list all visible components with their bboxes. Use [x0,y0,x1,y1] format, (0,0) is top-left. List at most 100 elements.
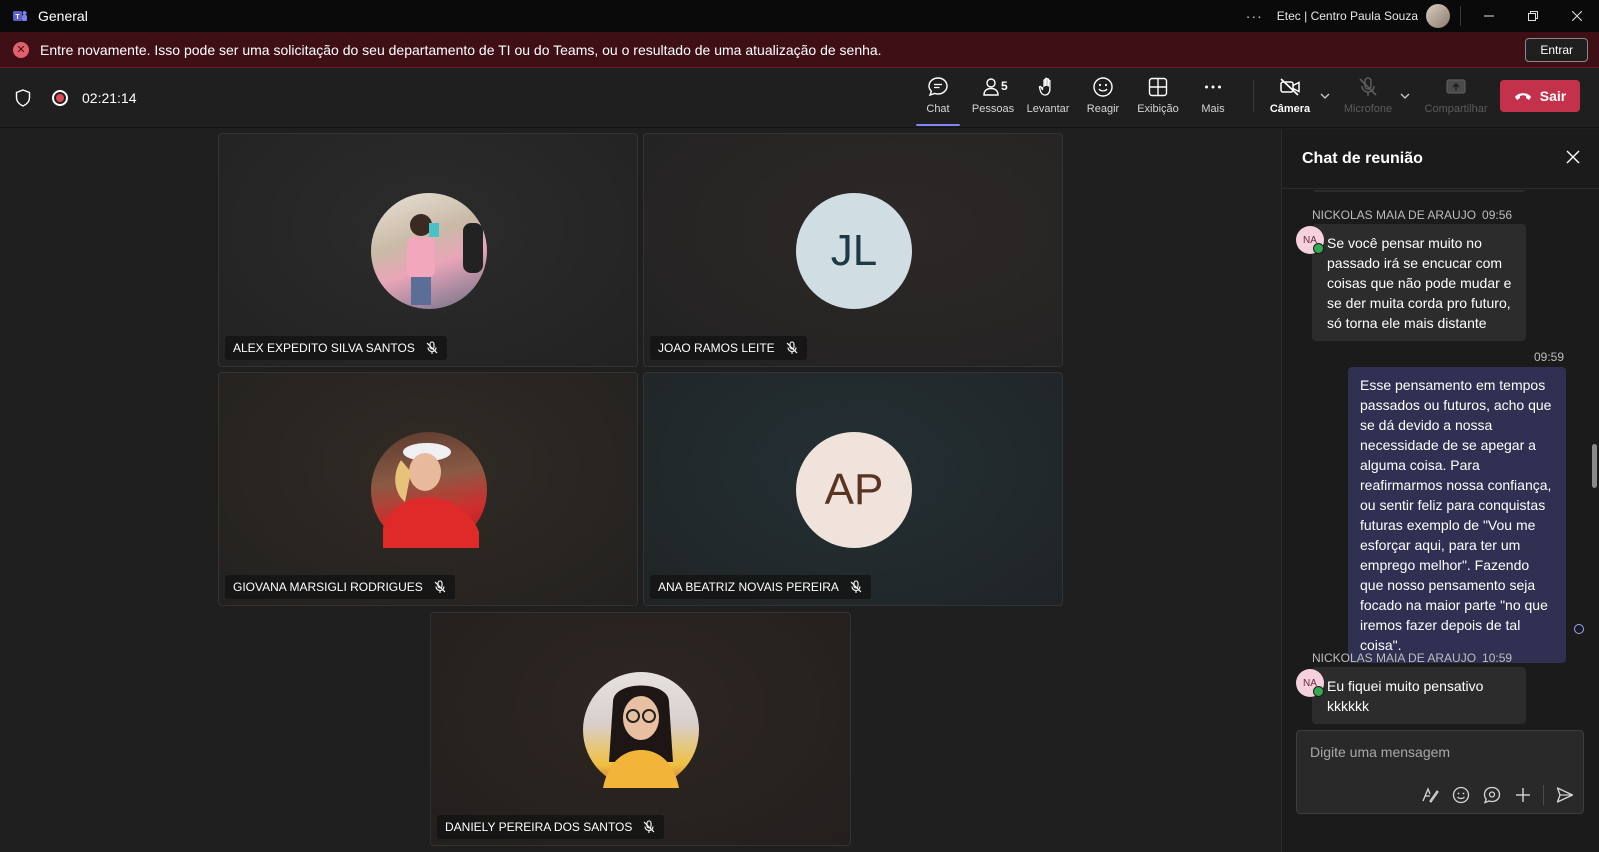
mic-muted-icon [426,341,438,354]
people-label: Pessoas [971,103,1015,115]
sender-avatar: NA [1296,669,1324,697]
participant-name: GIOVANA MARSIGLI RODRIGUES [233,580,423,594]
chat-scrollbar[interactable] [1592,444,1597,488]
participant-name: JOAO RAMOS LEITE [658,341,775,355]
person-silhouette-icon [383,443,479,548]
mic-muted-icon [434,580,446,593]
participant-initials-avatar: JL [796,193,912,309]
participant-tile[interactable]: DANIELY PEREIRA DOS SANTOS [430,612,851,846]
leave-button[interactable]: Sair [1500,80,1580,112]
participant-name-tag: JOAO RAMOS LEITE [650,336,807,360]
mic-off-icon [1359,77,1377,96]
more-options-button[interactable]: ··· [1246,8,1263,24]
format-icon[interactable] [1420,785,1440,805]
message-time: 09:56 [1482,208,1513,222]
compose-toolbar [1409,785,1575,805]
people-button[interactable]: 5 Pessoas [965,76,1021,122]
meeting-timer: 02:21:14 [82,90,137,106]
chevron-down-icon[interactable] [1319,90,1331,102]
message-bubble[interactable]: Se você pensar muito no passado irá se e… [1312,224,1526,341]
view-button[interactable]: Exibição [1130,76,1186,122]
participant-name-tag: DANIELY PEREIRA DOS SANTOS [437,815,665,839]
hang-up-icon [1514,93,1531,100]
plus-icon[interactable] [1513,785,1533,805]
close-icon [1572,11,1582,21]
participant-initials: AP [824,465,884,514]
previous-message-edge [1312,190,1526,192]
restore-button[interactable] [1511,0,1555,32]
meeting-toolbar: 02:21:14 Chat 5 Pessoas Levantar Reagir … [0,68,1599,128]
emoji-icon[interactable] [1451,785,1471,805]
meeting-chat-panel: Chat de reunião NICKOLAS MAIA DE ARAUJO 0… [1281,129,1599,852]
camera-off-icon [1280,78,1300,96]
shield-icon[interactable] [15,89,31,107]
divider [1460,6,1461,26]
chat-header: Chat de reunião [1282,129,1599,189]
available-status-icon [1313,243,1324,254]
available-status-icon [1313,686,1324,697]
more-actions-button[interactable]: Mais [1185,76,1241,122]
message-bubble[interactable]: Eu fiquei muito pensativo kkkkkk [1312,667,1526,724]
video-stage: ALEX EXPEDITO SILVA SANTOS JL JOAO RAMOS… [0,129,1280,852]
message-input[interactable]: Digite uma mensagem [1310,744,1450,760]
participant-tile[interactable]: JL JOAO RAMOS LEITE [643,133,1063,367]
people-count: 5 [1001,79,1008,93]
chat-icon [928,77,948,97]
more-label: Mais [1201,103,1225,115]
more-icon [1205,85,1221,89]
microphone-label: Microfone [1343,103,1393,115]
mic-muted-icon [786,341,798,354]
restore-icon [1528,11,1538,21]
message-sender: NICKOLAS MAIA DE ARAUJO 10:59 [1312,651,1512,665]
close-window-button[interactable] [1555,0,1599,32]
send-icon[interactable] [1555,785,1575,805]
person-silhouette-icon [407,214,483,305]
view-label: Exibição [1137,103,1179,115]
grid-view-icon [1148,77,1168,97]
mic-muted-icon [643,820,655,833]
chat-label: Chat [926,103,950,115]
own-message-bubble[interactable]: Esse pensamento em tempos passados ou fu… [1348,367,1566,663]
message-time: 09:59 [1533,350,1564,364]
title-bar: T General ··· Etec | Centro Paula Souza [0,0,1599,32]
raise-hand-button[interactable]: Levantar [1020,76,1076,122]
minimize-button[interactable] [1467,0,1511,32]
message-time: 10:59 [1482,651,1513,665]
smiley-icon [1093,77,1113,97]
sign-in-button[interactable]: Entrar [1525,38,1588,62]
participant-tile[interactable]: GIOVANA MARSIGLI RODRIGUES [218,372,638,606]
signin-error-banner: ✕ Entre novamente. Isso pode ser uma sol… [0,32,1599,68]
window-title: General [38,8,88,24]
participant-name-tag: ALEX EXPEDITO SILVA SANTOS [225,336,447,360]
participant-initials: JL [830,226,878,275]
react-button[interactable]: Reagir [1075,76,1131,122]
chat-messages[interactable]: NICKOLAS MAIA DE ARAUJO 09:56 Se você pen… [1282,190,1599,770]
svg-text:T: T [15,14,20,21]
chat-button[interactable]: Chat [910,76,966,126]
raise-hand-label: Levantar [1026,103,1070,115]
participant-name: ALEX EXPEDITO SILVA SANTOS [233,341,415,355]
participant-photo [371,432,487,548]
organization-name[interactable]: Etec | Centro Paula Souza [1277,9,1418,23]
sender-name: NICKOLAS MAIA DE ARAUJO [1312,651,1477,665]
close-icon[interactable] [1565,149,1581,165]
share-screen-icon [1446,79,1466,94]
microphone-button[interactable]: Microfone [1340,76,1396,122]
participant-tile[interactable]: ALEX EXPEDITO SILVA SANTOS [218,133,638,367]
participant-initials-avatar: AP [796,432,912,548]
participant-photo [371,193,487,309]
compose-divider [1543,785,1544,805]
sticker-icon[interactable] [1482,785,1502,805]
raise-hand-icon [1038,77,1051,96]
error-icon: ✕ [13,41,29,58]
compose-box[interactable]: Digite uma mensagem [1296,730,1584,814]
recording-icon [52,90,68,106]
leave-label: Sair [1539,88,1567,104]
message-sender: NICKOLAS MAIA DE ARAUJO 09:56 [1312,208,1512,222]
camera-button[interactable]: Câmera [1262,76,1318,122]
share-button[interactable]: Compartilhar [1425,76,1487,122]
profile-avatar[interactable] [1426,4,1450,28]
chevron-down-icon[interactable] [1399,90,1411,102]
sender-avatar: NA [1296,226,1324,254]
participant-tile[interactable]: AP ANA BEATRIZ NOVAIS PEREIRA [643,372,1063,606]
